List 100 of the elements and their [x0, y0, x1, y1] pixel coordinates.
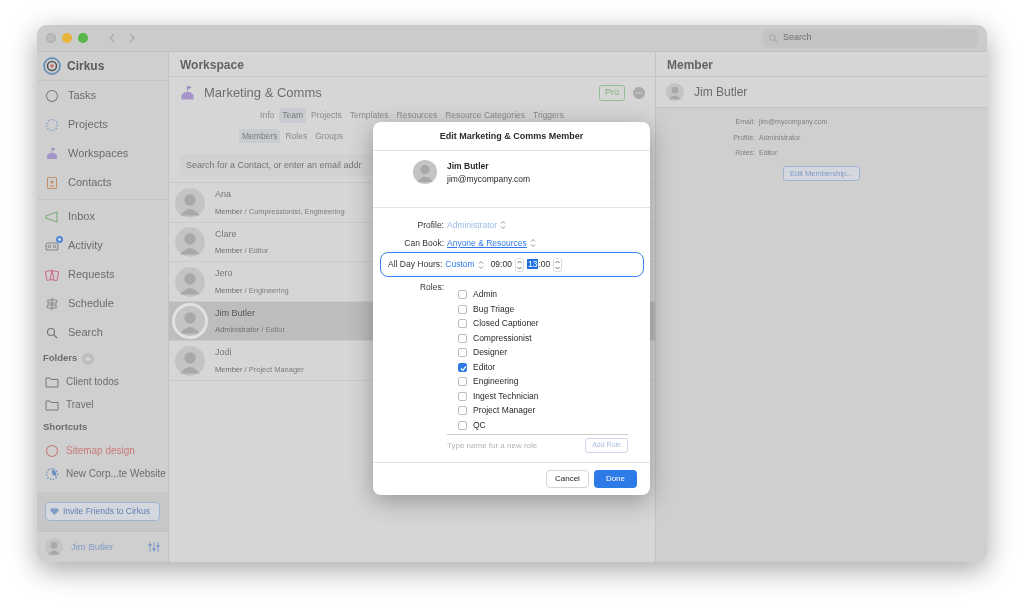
role-checkbox[interactable]: Project Manager [458, 403, 539, 418]
user-email: jim@mycompany.com [447, 172, 531, 186]
stepper-control[interactable] [553, 257, 563, 272]
user-name: Jim Butler [447, 159, 490, 173]
folder-item[interactable]: Travel [37, 393, 168, 416]
role-checkbox[interactable]: Bug Triage [458, 301, 539, 317]
search-icon [769, 33, 778, 43]
avatar-icon [175, 345, 205, 376]
member-name: Ana [215, 188, 232, 202]
plan-badge: Pro [599, 85, 625, 101]
member-name: Jero [215, 267, 234, 281]
role-checkbox[interactable]: Engineering [458, 374, 539, 389]
sidebar-item[interactable]: Schedule [37, 289, 168, 318]
search-icon [45, 325, 59, 340]
avatar-icon [175, 187, 205, 218]
field-label: Can Book: [403, 236, 444, 250]
tab[interactable]: Templates [346, 107, 392, 123]
user-name[interactable]: Jim Butler [71, 539, 114, 555]
user-avatar [45, 538, 63, 556]
tab[interactable]: Info [257, 107, 278, 123]
role-checkbox[interactable]: Designer [458, 345, 539, 360]
checkmark-icon [459, 363, 468, 373]
time-field[interactable]: 13:00 [526, 258, 551, 272]
tab[interactable]: Members [239, 128, 281, 144]
sidebar-item[interactable]: Tasks [37, 81, 168, 110]
sidebar-item[interactable]: Search [37, 318, 168, 347]
tent-icon [45, 146, 59, 161]
avatar-icon [175, 227, 205, 258]
tab[interactable]: Resources [393, 107, 441, 123]
avatar-icon [666, 83, 684, 102]
search-field[interactable]: Search [763, 28, 978, 48]
panel-heading: Workspace [169, 52, 655, 78]
field-label: All Day Hours: [388, 258, 443, 272]
stepper-arrows-icon [529, 238, 536, 249]
role-checkbox[interactable]: Ingest Technician [458, 388, 539, 404]
section-heading: Folders [43, 351, 78, 366]
dropdown-value[interactable]: Custom [445, 258, 475, 272]
folder-icon [45, 374, 59, 389]
tab[interactable]: Resource Categories [442, 107, 529, 123]
member-name: Jim Butler [215, 306, 256, 320]
add-folder-icon[interactable] [82, 352, 95, 365]
stepper-control[interactable] [514, 257, 524, 272]
address-book-icon [45, 175, 59, 190]
tent-icon [179, 84, 196, 102]
close-button[interactable] [46, 33, 56, 43]
tab[interactable]: Groups [312, 128, 347, 144]
tab[interactable]: Projects [308, 107, 345, 123]
field-label: Roles: [418, 281, 444, 295]
dropdown-value: Administrator [447, 218, 498, 232]
sidebar-item[interactable]: Contacts [37, 168, 168, 197]
member-name: Clare [215, 227, 238, 241]
dialog-title: Edit Marketing & Comms Member [373, 122, 650, 151]
more-icon[interactable] [633, 87, 645, 100]
role-checkbox[interactable]: QC [458, 417, 539, 433]
role-checkbox[interactable]: Closed Captioner [458, 316, 539, 331]
sidebar-item[interactable]: Requests [37, 260, 168, 289]
signpost-icon [45, 296, 59, 311]
folder-icon [45, 397, 59, 412]
back-icon[interactable] [108, 33, 115, 43]
cards-icon [45, 267, 59, 282]
tab[interactable]: Roles [282, 128, 311, 144]
sidebar-item[interactable]: Inbox [37, 202, 168, 231]
shortcut-item[interactable]: Sitemap design [37, 439, 168, 462]
avatar-icon [175, 306, 205, 337]
avatar-icon [413, 159, 437, 184]
tab[interactable]: Team [279, 107, 307, 123]
app-logo-icon [43, 57, 61, 75]
dashed-circle-icon [45, 117, 59, 132]
stepper-arrows-icon [477, 259, 484, 270]
app-name: Cirkus [67, 58, 105, 75]
sidebar-item[interactable]: Projects [37, 110, 168, 139]
folder-item[interactable]: Client todos [37, 370, 168, 393]
cancel-button[interactable]: Cancel [545, 469, 589, 488]
forward-icon[interactable] [129, 33, 136, 43]
member-name: Jim Butler [694, 84, 748, 102]
time-field[interactable]: 09:00 [490, 258, 512, 272]
megaphone-icon [45, 209, 59, 224]
role-checkbox[interactable]: Admin [458, 287, 539, 302]
zoom-button[interactable] [78, 33, 88, 43]
section-heading: Shortcuts [43, 420, 88, 435]
dropdown-value[interactable]: Anyone & Resources [447, 236, 527, 250]
sidebar-item[interactable]: Activity [37, 231, 168, 260]
sliders-icon[interactable] [148, 541, 160, 553]
member-name: Jodi [215, 346, 233, 360]
heart-icon [50, 507, 59, 517]
task-circle-icon [45, 443, 59, 458]
field-label: Profile: [416, 218, 444, 232]
tab[interactable]: Triggers [530, 107, 567, 123]
task-circle-icon [45, 88, 59, 103]
panel-heading: Member [656, 52, 987, 78]
minimize-button[interactable] [62, 33, 72, 43]
role-checkbox[interactable]: Compressionist [458, 330, 539, 346]
stepper-arrows-icon [500, 220, 507, 231]
invite-button[interactable]: Invite Friends to Cirkus [45, 502, 160, 521]
role-checkbox[interactable]: Editor [458, 359, 539, 375]
avatar-icon [175, 266, 205, 297]
shortcut-item[interactable]: New Corp...te Website [37, 462, 168, 485]
workspace-name: Marketing & Comms [204, 84, 322, 103]
done-button[interactable]: Done [593, 469, 637, 488]
sidebar-item[interactable]: Workspaces [37, 139, 168, 168]
